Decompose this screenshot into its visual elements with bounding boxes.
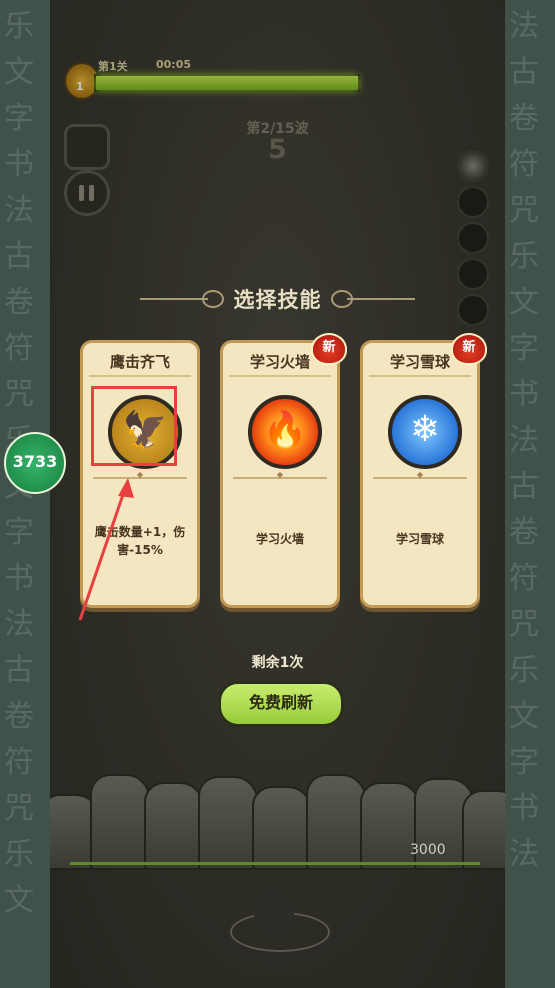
game-viewport: 1 第1关 00:05 第2/15波 5 选择技能 鹰击齐飞 🦅 鹰击数量+1，… [50, 0, 505, 988]
score: 3000 [410, 842, 446, 858]
ground-line [70, 862, 480, 865]
skill-card-desc: 学习雪球 [395, 532, 444, 546]
skill-card-snowball[interactable]: 学习雪球 新 ❄ 学习雪球 [360, 333, 487, 608]
hero-character [254, 888, 294, 934]
right-border: 法 古 卷 符 咒 乐 文 字 书 法 古 卷 符 咒 乐 文 字 书 法 [505, 0, 555, 988]
skill-card-desc: 学习火墙 [255, 532, 304, 546]
left-border: 乐 文 字 书 法 古 卷 符 咒 乐 文 字 书 法 古 卷 符 咒 乐 文 [0, 0, 50, 988]
free-refresh-button[interactable]: 免费刷新 [218, 681, 344, 727]
skill-card-fire-wall[interactable]: 学习火墙 新 🔥 学习火墙 [220, 333, 347, 608]
fire-wall-icon: 🔥 [248, 395, 322, 469]
dialog-title: 选择技能 [233, 288, 322, 312]
new-badge: 新 [451, 333, 487, 365]
new-badge: 新 [311, 333, 347, 365]
dialog-header: 选择技能 [50, 284, 505, 314]
coin-count: 3733 [12, 452, 58, 471]
pointer-arrow-icon [78, 478, 134, 621]
remaining-count: 剩余1次 [251, 655, 304, 671]
snowball-icon: ❄ [388, 395, 462, 469]
floating-coin-button[interactable]: 3733 [4, 432, 66, 494]
highlight-box [91, 386, 177, 466]
skill-card-title: 鹰击齐飞 [109, 353, 170, 371]
swirl-ornament-icon [202, 290, 224, 308]
